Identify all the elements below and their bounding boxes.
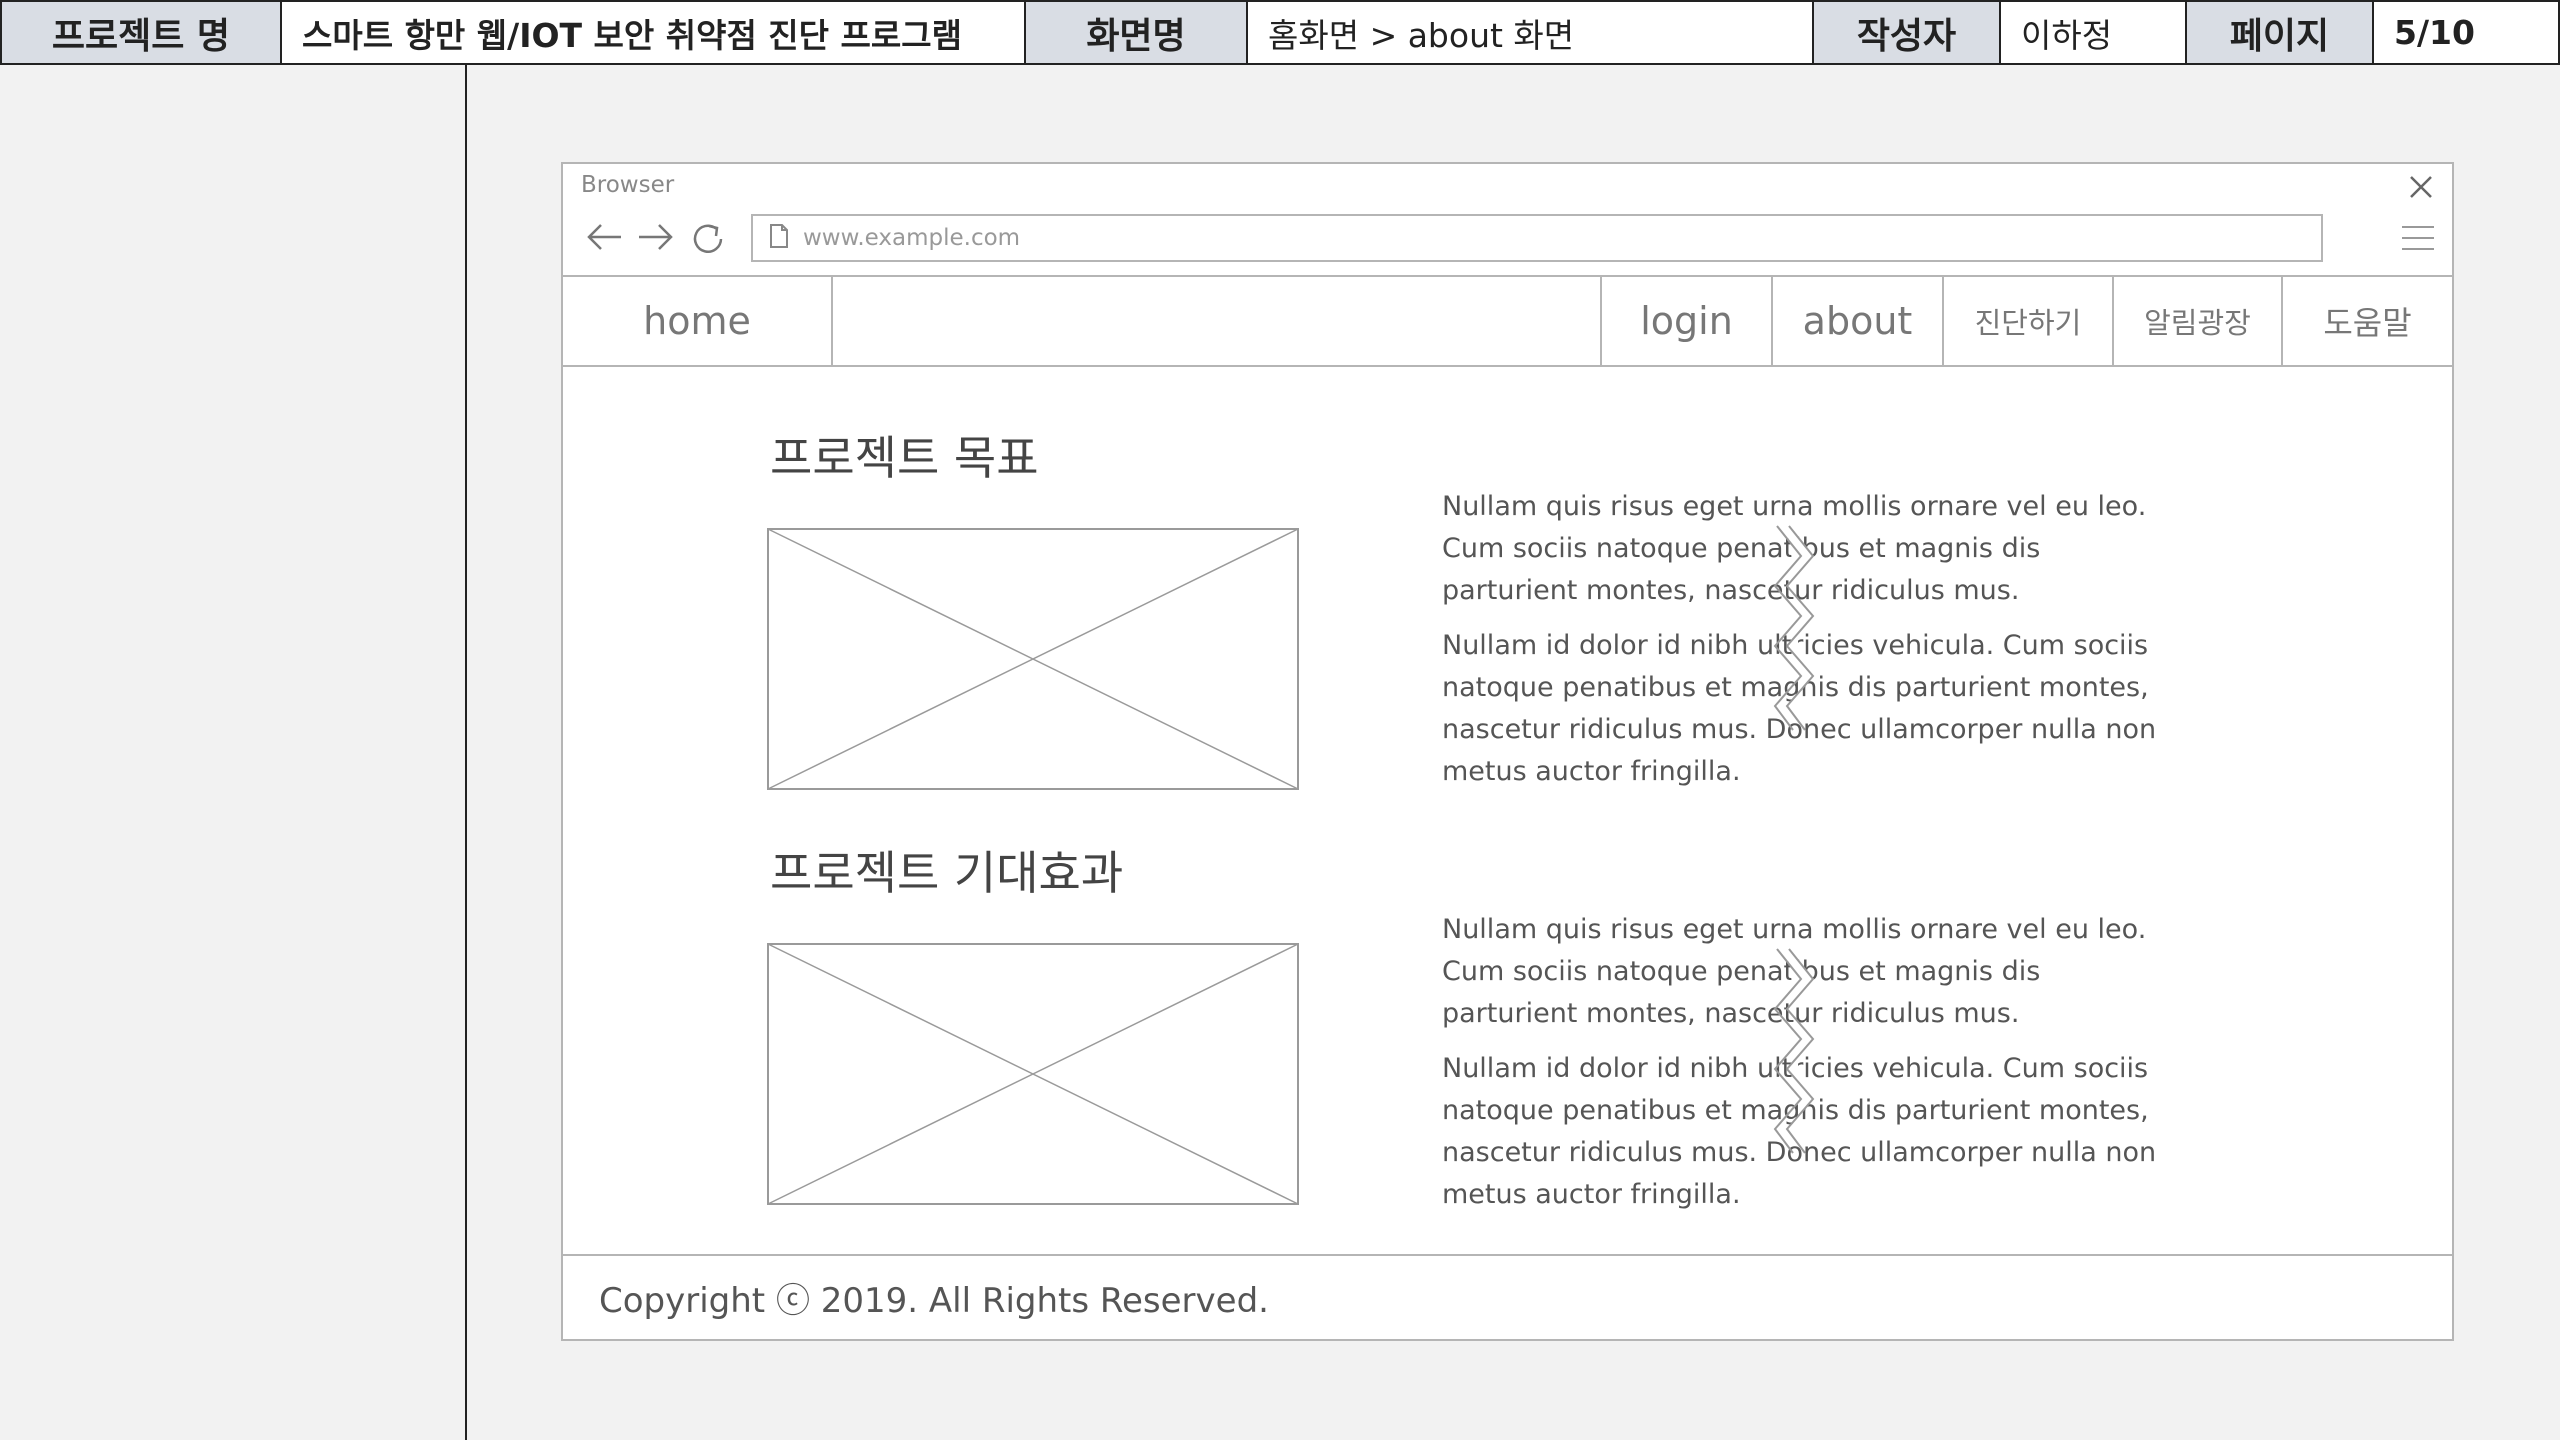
site-footer: Copyright ⓒ 2019. All Rights Reserved. bbox=[563, 1254, 2452, 1339]
project-name-value: 스마트 항만 웹/IOT 보안 취약점 진단 프로그램 bbox=[280, 2, 1024, 63]
refresh-icon[interactable] bbox=[689, 220, 727, 258]
author-value: 이하정 bbox=[1999, 2, 2185, 63]
hamburger-menu-icon[interactable] bbox=[2400, 224, 2436, 256]
url-text: www.example.com bbox=[803, 225, 1021, 251]
nav-diagnose[interactable]: 진단하기 bbox=[1942, 277, 2112, 365]
image-placeholder bbox=[767, 528, 1299, 794]
document-header: 프로젝트 명 스마트 항만 웹/IOT 보안 취약점 진단 프로그램 화면명 홈… bbox=[0, 0, 2560, 65]
back-arrow-icon[interactable] bbox=[585, 220, 623, 258]
author-label: 작성자 bbox=[1812, 2, 1999, 63]
text-break-zigzag bbox=[1771, 947, 1821, 1161]
page-label: 페이지 bbox=[2185, 2, 2372, 63]
browser-nav-buttons bbox=[585, 220, 727, 258]
site-nav-bar: home login about 진단하기 알림광장 도움말 bbox=[563, 275, 2452, 367]
copyright-text: Copyright ⓒ 2019. All Rights Reserved. bbox=[599, 1281, 1269, 1321]
address-bar[interactable]: www.example.com bbox=[751, 214, 2323, 262]
nav-notice[interactable]: 알림광장 bbox=[2112, 277, 2281, 365]
page-icon bbox=[769, 223, 789, 253]
section-title-effect: 프로젝트 기대효과 bbox=[770, 846, 1124, 900]
project-name-label: 프로젝트 명 bbox=[0, 2, 280, 63]
nav-home[interactable]: home bbox=[563, 277, 833, 365]
image-placeholder bbox=[767, 943, 1299, 1209]
left-panel bbox=[0, 65, 467, 1440]
close-icon[interactable] bbox=[2408, 174, 2434, 204]
nav-about[interactable]: about bbox=[1771, 277, 1942, 365]
forward-arrow-icon[interactable] bbox=[637, 220, 675, 258]
section-title-goal: 프로젝트 목표 bbox=[770, 431, 1039, 485]
text-break-zigzag bbox=[1771, 524, 1821, 738]
browser-title: Browser bbox=[581, 172, 675, 198]
nav-login[interactable]: login bbox=[1600, 277, 1771, 365]
browser-window: Browser www.example.com home login about… bbox=[561, 162, 2454, 1341]
page-value: 5/10 bbox=[2372, 2, 2560, 63]
nav-help[interactable]: 도움말 bbox=[2281, 277, 2452, 365]
screen-name-label: 화면명 bbox=[1024, 2, 1246, 63]
screen-name-value: 홈화면 > about 화면 bbox=[1246, 2, 1812, 63]
